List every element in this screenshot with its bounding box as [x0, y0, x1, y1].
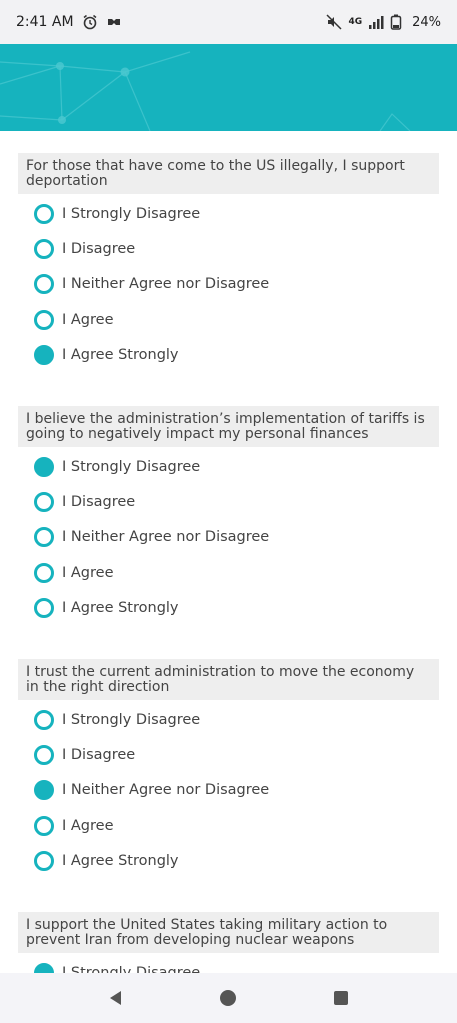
options-group: I Strongly Disagree I Disagree I Neither… — [18, 194, 439, 373]
option-label: I Agree Strongly — [62, 853, 179, 870]
option-label: I Neither Agree nor Disagree — [62, 782, 270, 799]
radio-button[interactable] — [34, 239, 54, 260]
radio-button[interactable] — [34, 598, 54, 619]
option-disagree[interactable]: I Disagree — [34, 484, 439, 519]
radio-button[interactable] — [34, 562, 54, 583]
radio-button[interactable] — [34, 709, 54, 730]
question-3: I trust the current administration to mo… — [18, 658, 439, 879]
radio-button[interactable] — [34, 492, 54, 513]
question-text: I trust the current administration to mo… — [18, 658, 439, 700]
option-disagree[interactable]: I Disagree — [34, 737, 439, 772]
radio-button[interactable] — [34, 744, 54, 765]
option-label: I Disagree — [62, 241, 136, 258]
radio-button-selected[interactable] — [34, 456, 54, 477]
radio-button[interactable] — [34, 851, 54, 872]
home-button[interactable] — [216, 986, 240, 1010]
recents-button[interactable] — [329, 986, 353, 1010]
option-strongly-disagree[interactable]: I Strongly Disagree — [34, 449, 439, 484]
radio-button-selected[interactable] — [34, 345, 54, 366]
option-label: I Neither Agree nor Disagree — [62, 529, 270, 546]
option-label: I Agree Strongly — [62, 600, 179, 617]
radio-button[interactable] — [34, 309, 54, 330]
option-label: I Agree — [62, 564, 114, 581]
option-strongly-disagree[interactable]: I Strongly Disagree — [34, 196, 439, 231]
notification-app-icon — [106, 14, 122, 30]
radio-button[interactable] — [34, 815, 54, 836]
option-disagree[interactable]: I Disagree — [34, 231, 439, 266]
radio-button[interactable] — [34, 274, 54, 295]
system-nav-bar — [0, 973, 457, 1023]
home-icon — [220, 990, 237, 1006]
option-label: I Agree — [62, 311, 114, 328]
option-agree[interactable]: I Agree — [34, 302, 439, 337]
option-agree-strongly[interactable]: I Agree Strongly — [34, 591, 439, 626]
question-text: I support the United States taking milit… — [18, 911, 439, 953]
radio-button[interactable] — [34, 203, 54, 224]
back-button[interactable] — [104, 986, 128, 1010]
status-bar: 2:41 AM 4G 24% — [0, 0, 457, 44]
question-1: For those that have come to the US illeg… — [18, 153, 439, 373]
option-label: I Agree Strongly — [62, 347, 179, 364]
option-label: I Disagree — [62, 494, 136, 511]
option-label: I Neither Agree nor Disagree — [62, 276, 270, 293]
option-agree[interactable]: I Agree — [34, 555, 439, 590]
options-group: I Strongly Disagree — [18, 953, 439, 973]
battery-percent: 24% — [412, 14, 441, 30]
radio-button-selected[interactable] — [34, 962, 54, 973]
option-label: I Agree — [62, 817, 114, 834]
option-agree-strongly[interactable]: I Agree Strongly — [34, 843, 439, 878]
header-banner — [0, 44, 457, 131]
option-agree[interactable]: I Agree — [34, 808, 439, 843]
option-label: I Strongly Disagree — [62, 964, 201, 973]
radio-button[interactable] — [34, 527, 54, 548]
mute-icon — [326, 14, 342, 30]
option-neutral[interactable]: I Neither Agree nor Disagree — [34, 773, 439, 808]
option-label: I Strongly Disagree — [62, 205, 201, 222]
option-strongly-disagree[interactable]: I Strongly Disagree — [34, 955, 439, 973]
alarm-icon — [82, 14, 98, 30]
question-text: I believe the administration’s implement… — [18, 405, 439, 447]
option-neutral[interactable]: I Neither Agree nor Disagree — [34, 520, 439, 555]
network-type: 4G — [348, 17, 363, 27]
back-icon — [110, 991, 122, 1005]
battery-icon — [390, 14, 406, 30]
signal-icon — [368, 14, 384, 30]
option-label: I Strongly Disagree — [62, 458, 201, 475]
question-2: I believe the administration’s implement… — [18, 405, 439, 626]
option-label: I Strongly Disagree — [62, 711, 201, 728]
question-4: I support the United States taking milit… — [18, 911, 439, 973]
network-pattern-decoration — [0, 51, 411, 131]
recents-icon — [333, 991, 348, 1005]
option-agree-strongly[interactable]: I Agree Strongly — [34, 338, 439, 373]
option-neutral[interactable]: I Neither Agree nor Disagree — [34, 267, 439, 302]
status-time: 2:41 AM — [16, 14, 74, 30]
option-strongly-disagree[interactable]: I Strongly Disagree — [34, 702, 439, 737]
options-group: I Strongly Disagree I Disagree I Neither… — [18, 700, 439, 879]
survey-content[interactable]: For those that have come to the US illeg… — [0, 131, 457, 973]
radio-button-selected[interactable] — [34, 780, 54, 801]
options-group: I Strongly Disagree I Disagree I Neither… — [18, 447, 439, 626]
question-text: For those that have come to the US illeg… — [18, 153, 439, 194]
option-label: I Disagree — [62, 746, 136, 763]
